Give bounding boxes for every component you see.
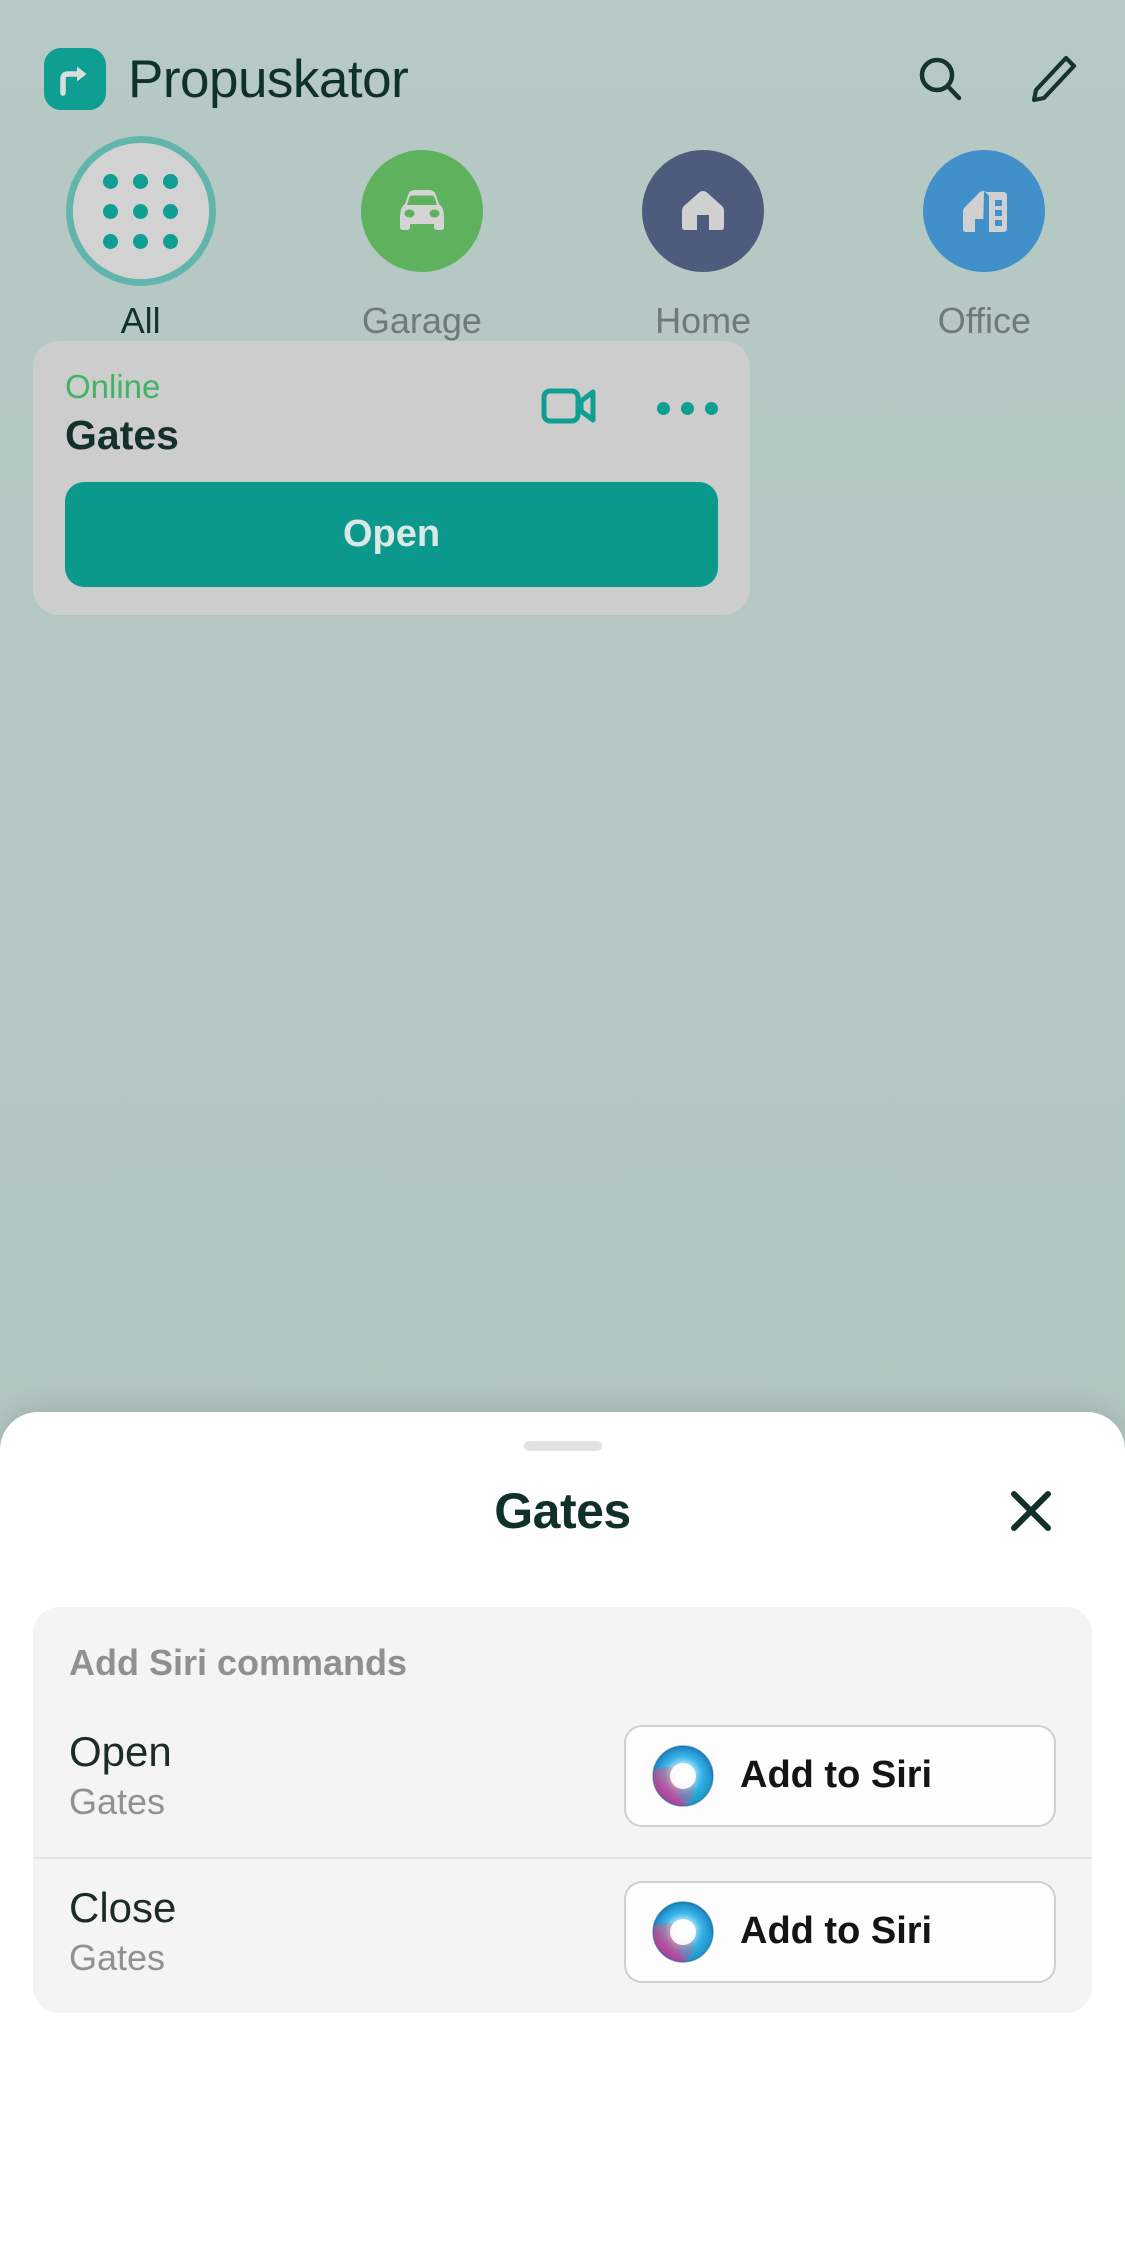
add-to-siri-button[interactable]: Add to Siri — [624, 1724, 1056, 1827]
drag-handle[interactable] — [523, 1441, 602, 1451]
siri-command-subtitle: Gates — [69, 1781, 166, 1823]
add-to-siri-label: Add to Siri — [740, 1754, 933, 1797]
sheet-header: Gates — [0, 1451, 1125, 1571]
list-item[interactable]: Close Gates Add to Siri — [33, 1856, 1092, 2013]
siri-orb-icon — [652, 1744, 714, 1807]
siri-group-title: Add Siri commands — [69, 1642, 408, 1683]
siri-commands-group: Add Siri commands Open Gates Add to Siri… — [33, 1607, 1092, 2013]
siri-orb-icon — [652, 1900, 714, 1963]
list-item[interactable]: Open Gates Add to Siri — [33, 1703, 1092, 1857]
siri-row-texts: Open Gates — [69, 1728, 172, 1823]
close-x-icon[interactable] — [1001, 1481, 1061, 1541]
add-to-siri-button[interactable]: Add to Siri — [624, 1880, 1056, 1983]
siri-command-subtitle: Gates — [69, 1937, 166, 1979]
sheet-title: Gates — [494, 1483, 631, 1539]
siri-commands-bottom-sheet: Gates Add Siri commands Open Gates Add t… — [0, 1412, 1125, 2256]
add-to-siri-label: Add to Siri — [740, 1910, 933, 1953]
siri-command-name: Open — [69, 1727, 172, 1775]
siri-command-name: Close — [69, 1883, 177, 1931]
siri-row-texts: Close Gates — [69, 1884, 176, 1979]
